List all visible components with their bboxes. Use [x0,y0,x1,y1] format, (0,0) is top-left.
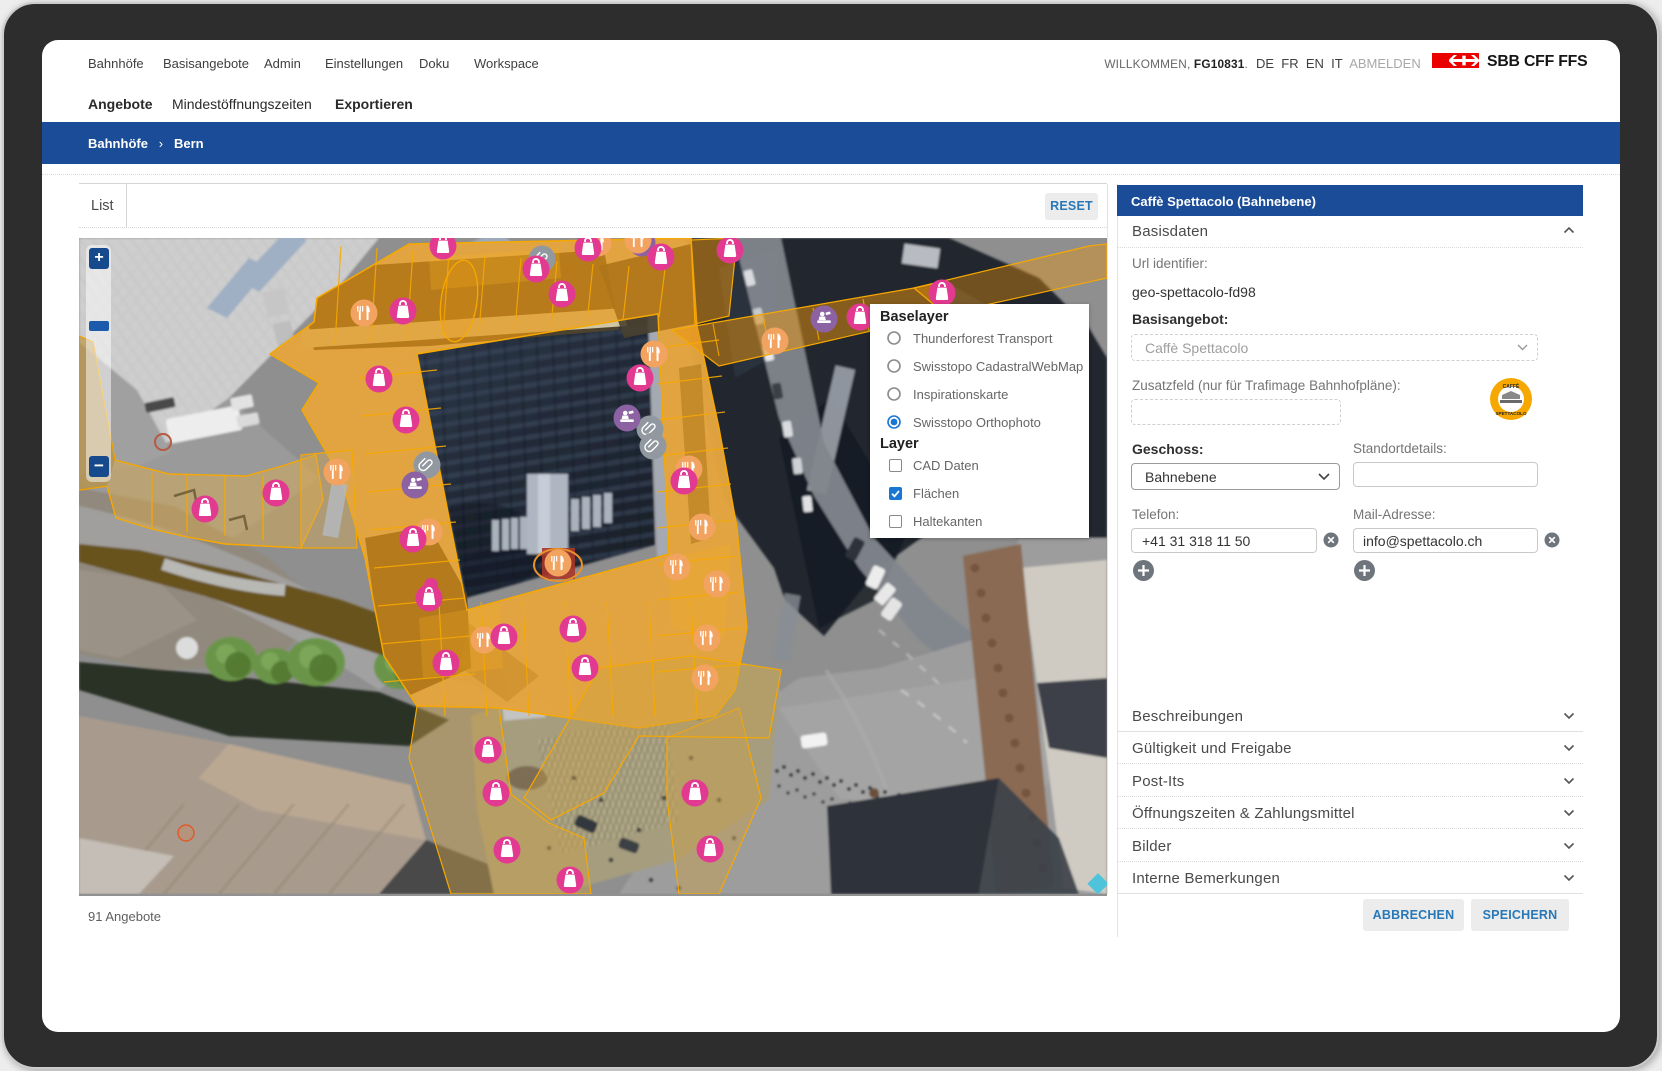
svg-text:CAFFÈ: CAFFÈ [1503,382,1520,390]
svg-text:SPETTACOLO: SPETTACOLO [1495,411,1526,416]
